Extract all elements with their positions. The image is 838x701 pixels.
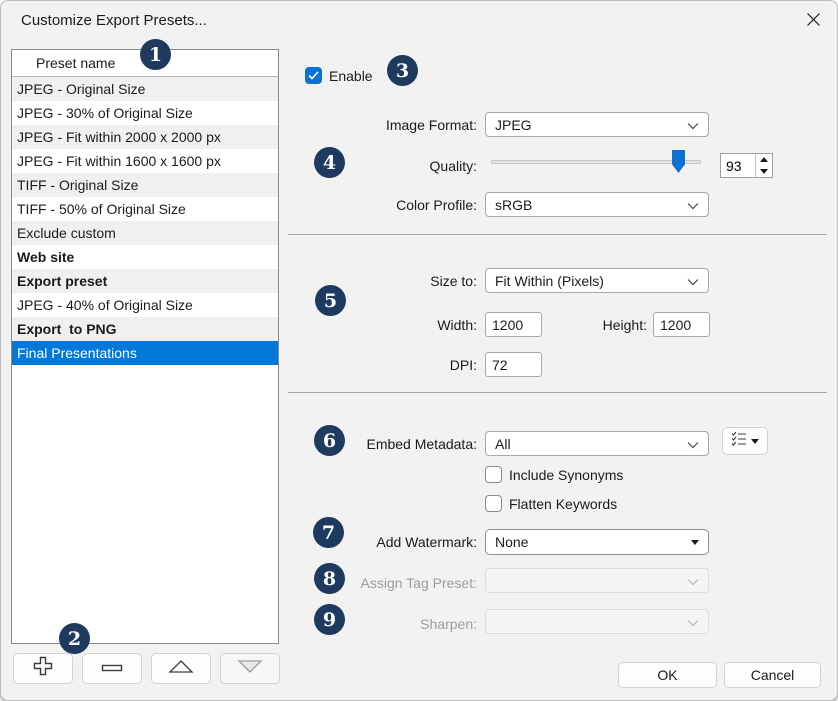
add-watermark-select[interactable]: None [485, 529, 709, 555]
height-label: Height: [547, 317, 647, 333]
color-profile-value: sRGB [495, 197, 532, 213]
remove-preset-button[interactable] [82, 653, 142, 684]
chevron-down-icon [687, 197, 699, 213]
triangle-down-icon [237, 659, 263, 679]
color-profile-select[interactable]: sRGB [485, 192, 709, 217]
spin-up-icon [760, 157, 768, 162]
include-synonyms-checkbox[interactable] [485, 466, 502, 483]
chevron-down-icon [687, 117, 699, 133]
spin-up-button[interactable] [756, 154, 772, 166]
sharpen-select [485, 609, 709, 634]
enable-checkbox[interactable] [305, 67, 322, 84]
include-synonyms-label: Include Synonyms [509, 467, 623, 483]
list-item[interactable]: JPEG - Original Size [12, 77, 278, 101]
quality-slider-thumb[interactable] [672, 150, 685, 173]
annotation-badge-3: 3 [387, 55, 418, 86]
list-item[interactable]: Web site [12, 245, 278, 269]
quality-spin-arrows [755, 154, 772, 177]
list-item[interactable]: Exclude custom [12, 221, 278, 245]
list-item[interactable]: JPEG - Fit within 1600 x 1600 px [12, 149, 278, 173]
dpi-label: DPI: [287, 357, 477, 373]
width-label: Width: [287, 317, 477, 333]
checklist-icon [731, 431, 747, 452]
chevron-down-icon [687, 573, 699, 589]
customize-export-presets-dialog: Customize Export Presets... Preset name … [0, 0, 838, 701]
assign-tag-preset-select [485, 568, 709, 593]
list-item[interactable]: JPEG - Fit within 2000 x 2000 px [12, 125, 278, 149]
list-item[interactable]: TIFF - Original Size [12, 173, 278, 197]
annotation-badge-1: 1 [140, 39, 171, 70]
section-separator [288, 392, 827, 393]
spin-down-icon [760, 169, 768, 174]
color-profile-label: Color Profile: [287, 197, 477, 213]
annotation-badge-4: 4 [314, 147, 345, 178]
list-item[interactable]: Export to PNG [12, 317, 278, 341]
minus-icon [100, 660, 124, 678]
chevron-down-icon [687, 273, 699, 289]
annotation-badge-8: 8 [314, 563, 345, 594]
add-watermark-value: None [495, 534, 528, 550]
size-to-value: Fit Within (Pixels) [495, 273, 604, 289]
size-to-label: Size to: [287, 273, 477, 289]
spin-down-button[interactable] [756, 166, 772, 178]
checkmark-icon [308, 67, 319, 85]
image-format-select[interactable]: JPEG [485, 112, 709, 137]
dpi-input[interactable] [485, 352, 542, 377]
close-icon [806, 12, 821, 32]
annotation-badge-9: 9 [314, 604, 345, 635]
flatten-keywords-label: Flatten Keywords [509, 496, 617, 512]
list-item[interactable]: TIFF - 50% of Original Size [12, 197, 278, 221]
plus-icon [32, 655, 54, 682]
list-item[interactable]: Export preset [12, 269, 278, 293]
chevron-down-icon [687, 614, 699, 630]
width-input[interactable] [485, 312, 542, 337]
preset-list: Preset name JPEG - Original SizeJPEG - 3… [11, 49, 279, 644]
list-item[interactable]: JPEG - 40% of Original Size [12, 293, 278, 317]
annotation-badge-2: 2 [59, 623, 90, 654]
list-item[interactable]: JPEG - 30% of Original Size [12, 101, 278, 125]
quality-spinner [720, 153, 773, 178]
embed-metadata-value: All [495, 436, 511, 452]
section-separator [288, 234, 827, 235]
cancel-button[interactable]: Cancel [724, 662, 821, 688]
dialog-title: Customize Export Presets... [21, 12, 207, 29]
metadata-options-button[interactable] [722, 427, 768, 455]
close-button[interactable] [795, 7, 831, 37]
triangle-up-icon [168, 659, 194, 679]
annotation-badge-5: 5 [315, 285, 346, 316]
chevron-down-icon [687, 436, 699, 452]
size-to-select[interactable]: Fit Within (Pixels) [485, 268, 709, 293]
add-preset-button[interactable] [13, 653, 73, 684]
enable-label: Enable [329, 68, 373, 84]
move-up-button[interactable] [151, 653, 211, 684]
list-item[interactable]: Final Presentations [12, 341, 278, 365]
embed-metadata-select[interactable]: All [485, 431, 709, 456]
height-input[interactable] [653, 312, 710, 337]
dropdown-arrow-icon [691, 540, 699, 545]
preset-rows: JPEG - Original SizeJPEG - 30% of Origin… [12, 77, 278, 365]
quality-slider-track[interactable] [491, 160, 701, 164]
move-down-button[interactable] [220, 653, 280, 684]
ok-button[interactable]: OK [618, 662, 717, 688]
quality-input[interactable] [721, 154, 755, 177]
annotation-badge-6: 6 [314, 425, 345, 456]
annotation-badge-7: 7 [313, 517, 344, 548]
image-format-value: JPEG [495, 117, 532, 133]
dropdown-arrow-icon [751, 439, 759, 444]
flatten-keywords-checkbox[interactable] [485, 495, 502, 512]
image-format-label: Image Format: [287, 117, 477, 133]
